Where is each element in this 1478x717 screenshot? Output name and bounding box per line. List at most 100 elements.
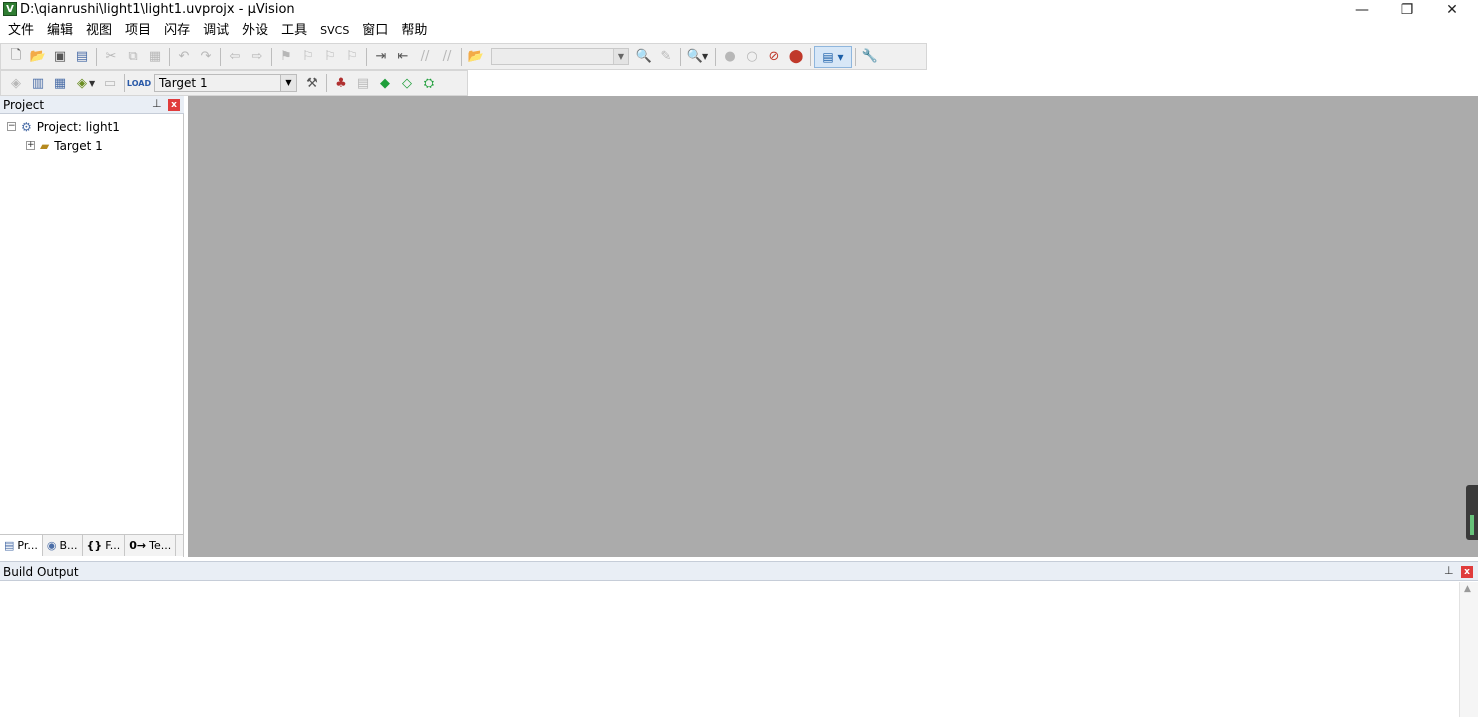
tab-label: Pr... — [17, 539, 38, 552]
kill-all-breakpoints-icon[interactable]: ⬤ — [785, 46, 807, 68]
build-output-header: Build Output ⊥ x — [0, 561, 1478, 581]
menu-svcs[interactable]: SVCS — [314, 21, 355, 40]
cut-icon[interactable]: ✂ — [100, 46, 122, 68]
tab-label: B... — [59, 539, 78, 552]
separator — [810, 47, 811, 66]
previous-bookmark-icon[interactable]: ⚐ — [297, 46, 319, 68]
chevron-down-icon[interactable]: ▼ — [89, 79, 99, 88]
chevron-down-icon[interactable]: ▼ — [280, 75, 296, 91]
handle-indicator — [1470, 515, 1474, 535]
expand-icon[interactable]: + — [26, 141, 35, 150]
tree-item-label: Project: light1 — [36, 119, 120, 134]
tree-item-label: Target 1 — [54, 138, 103, 153]
save-all-icon[interactable]: ▤ — [71, 46, 93, 68]
separator — [271, 47, 272, 66]
translate-icon[interactable]: ◈ — [5, 72, 27, 94]
target-options-icon[interactable]: ⚒ — [301, 72, 323, 94]
books-icon: ◉ — [46, 539, 57, 552]
next-bookmark-icon[interactable]: ⚐ — [319, 46, 341, 68]
target-select[interactable]: Target 1 ▼ — [154, 74, 297, 92]
menu-file[interactable]: 文件 — [2, 21, 40, 40]
functions-icon: {} — [86, 539, 103, 552]
clear-bookmarks-icon[interactable]: ⚐ — [341, 46, 363, 68]
close-icon[interactable]: x — [168, 99, 180, 111]
menu-view[interactable]: 视图 — [80, 21, 118, 40]
new-file-icon[interactable]: 🗋 — [5, 46, 27, 68]
menu-edit[interactable]: 编辑 — [41, 21, 79, 40]
unindent-icon[interactable]: ⇤ — [392, 46, 414, 68]
menu-peripherals[interactable]: 外设 — [236, 21, 274, 40]
disable-all-breakpoints-icon[interactable]: ⊘ — [763, 46, 785, 68]
run-time-environment-icon[interactable]: ◇ — [396, 72, 418, 94]
minimize-button[interactable]: — — [1339, 0, 1385, 20]
save-icon[interactable]: ▣ — [49, 46, 71, 68]
separator — [326, 74, 327, 92]
pin-icon[interactable]: ⊥ — [1444, 564, 1454, 578]
find-icon[interactable]: 🔍 — [633, 46, 655, 68]
menu-tools[interactable]: 工具 — [275, 21, 313, 40]
tab-project[interactable]: ▤ Pr... — [0, 535, 43, 556]
chevron-down-icon[interactable]: ▼ — [613, 49, 628, 64]
menu-help[interactable]: 帮助 — [395, 21, 433, 40]
scroll-up-icon[interactable]: ▲ — [1464, 584, 1471, 594]
uncomment-icon[interactable]: // — [436, 46, 458, 68]
tab-books[interactable]: ◉ B... — [43, 535, 83, 556]
rebuild-icon[interactable]: ▦ — [49, 72, 71, 94]
download-icon[interactable]: LOAD — [127, 72, 151, 94]
stop-build-icon[interactable]: ▭ — [99, 72, 121, 94]
menu-project[interactable]: 项目 — [119, 21, 157, 40]
separator — [461, 47, 462, 66]
project-panel-tabs: ▤ Pr... ◉ B... {} F... 0→ Te... — [0, 534, 183, 556]
build-icon[interactable]: ▥ — [27, 72, 49, 94]
target-select-value: Target 1 — [159, 76, 208, 90]
redo-icon[interactable]: ↷ — [195, 46, 217, 68]
separator — [124, 74, 125, 92]
build-output-scrollbar[interactable]: ▲ — [1459, 582, 1478, 717]
window-title: D:\qianrushi\light1\light1.uvprojx - µVi… — [20, 2, 295, 17]
chevron-down-icon[interactable]: ▼ — [702, 52, 712, 61]
project-node-icon: ⚙ — [21, 119, 32, 134]
find-combo[interactable]: ▼ — [491, 48, 629, 65]
menu-window[interactable]: 窗口 — [356, 21, 394, 40]
close-icon[interactable]: x — [1461, 566, 1473, 578]
project-icon: ▤ — [4, 539, 15, 552]
project-panel-title: Project — [3, 98, 45, 112]
tree-item-target[interactable]: + ▰ Target 1 — [26, 136, 103, 155]
navigate-forward-icon[interactable]: ⇨ — [246, 46, 268, 68]
restore-button[interactable]: ❐ — [1384, 0, 1430, 20]
find-in-files-icon[interactable]: 📂 — [465, 46, 487, 68]
build-toolbar: ◈ ▥ ▦ ◈ ▼ ▭ LOAD Target 1 ▼ ⚒ ♣ ▤ ◆ ◇ ⛭ — [0, 70, 468, 96]
close-window-button[interactable]: ✕ — [1429, 0, 1475, 20]
editor-area[interactable] — [188, 96, 1478, 557]
disable-breakpoint-icon[interactable]: ○ — [741, 46, 763, 68]
pin-icon[interactable]: ⊥ — [152, 97, 162, 111]
tab-label: Te... — [149, 539, 172, 552]
menu-debug[interactable]: 调试 — [197, 21, 235, 40]
comment-icon[interactable]: // — [414, 46, 436, 68]
copy-icon[interactable]: ⧉ — [122, 46, 144, 68]
separator — [366, 47, 367, 66]
collapse-icon[interactable]: − — [7, 122, 16, 131]
separator — [220, 47, 221, 66]
incremental-find-icon[interactable]: ✎ — [655, 46, 677, 68]
manage-components-icon[interactable]: ⛭ — [418, 72, 440, 94]
configure-icon[interactable]: 🔧 — [859, 46, 881, 68]
window-layout-button[interactable]: ▤ ▾ — [814, 45, 852, 68]
menu-flash[interactable]: 闪存 — [158, 21, 196, 40]
indent-icon[interactable]: ⇥ — [370, 46, 392, 68]
navigate-back-icon[interactable]: ⇦ — [224, 46, 246, 68]
select-packs-icon[interactable]: ▤ — [352, 72, 374, 94]
open-file-icon[interactable]: 📂 — [27, 46, 49, 68]
bookmark-icon[interactable]: ⚑ — [275, 46, 297, 68]
tree-item-project[interactable]: − ⚙ Project: light1 — [7, 117, 120, 136]
separator — [96, 47, 97, 66]
breakpoint-icon[interactable]: ● — [719, 46, 741, 68]
tab-functions[interactable]: {} F... — [83, 535, 126, 556]
paste-icon[interactable]: ▦ — [144, 46, 166, 68]
tab-templates[interactable]: 0→ Te... — [125, 535, 177, 556]
pack-installer-icon[interactable]: ◆ — [374, 72, 396, 94]
app-icon: V — [3, 2, 17, 16]
folder-icon: ▰ — [40, 138, 50, 153]
manage-project-items-icon[interactable]: ♣ — [330, 72, 352, 94]
undo-icon[interactable]: ↶ — [173, 46, 195, 68]
